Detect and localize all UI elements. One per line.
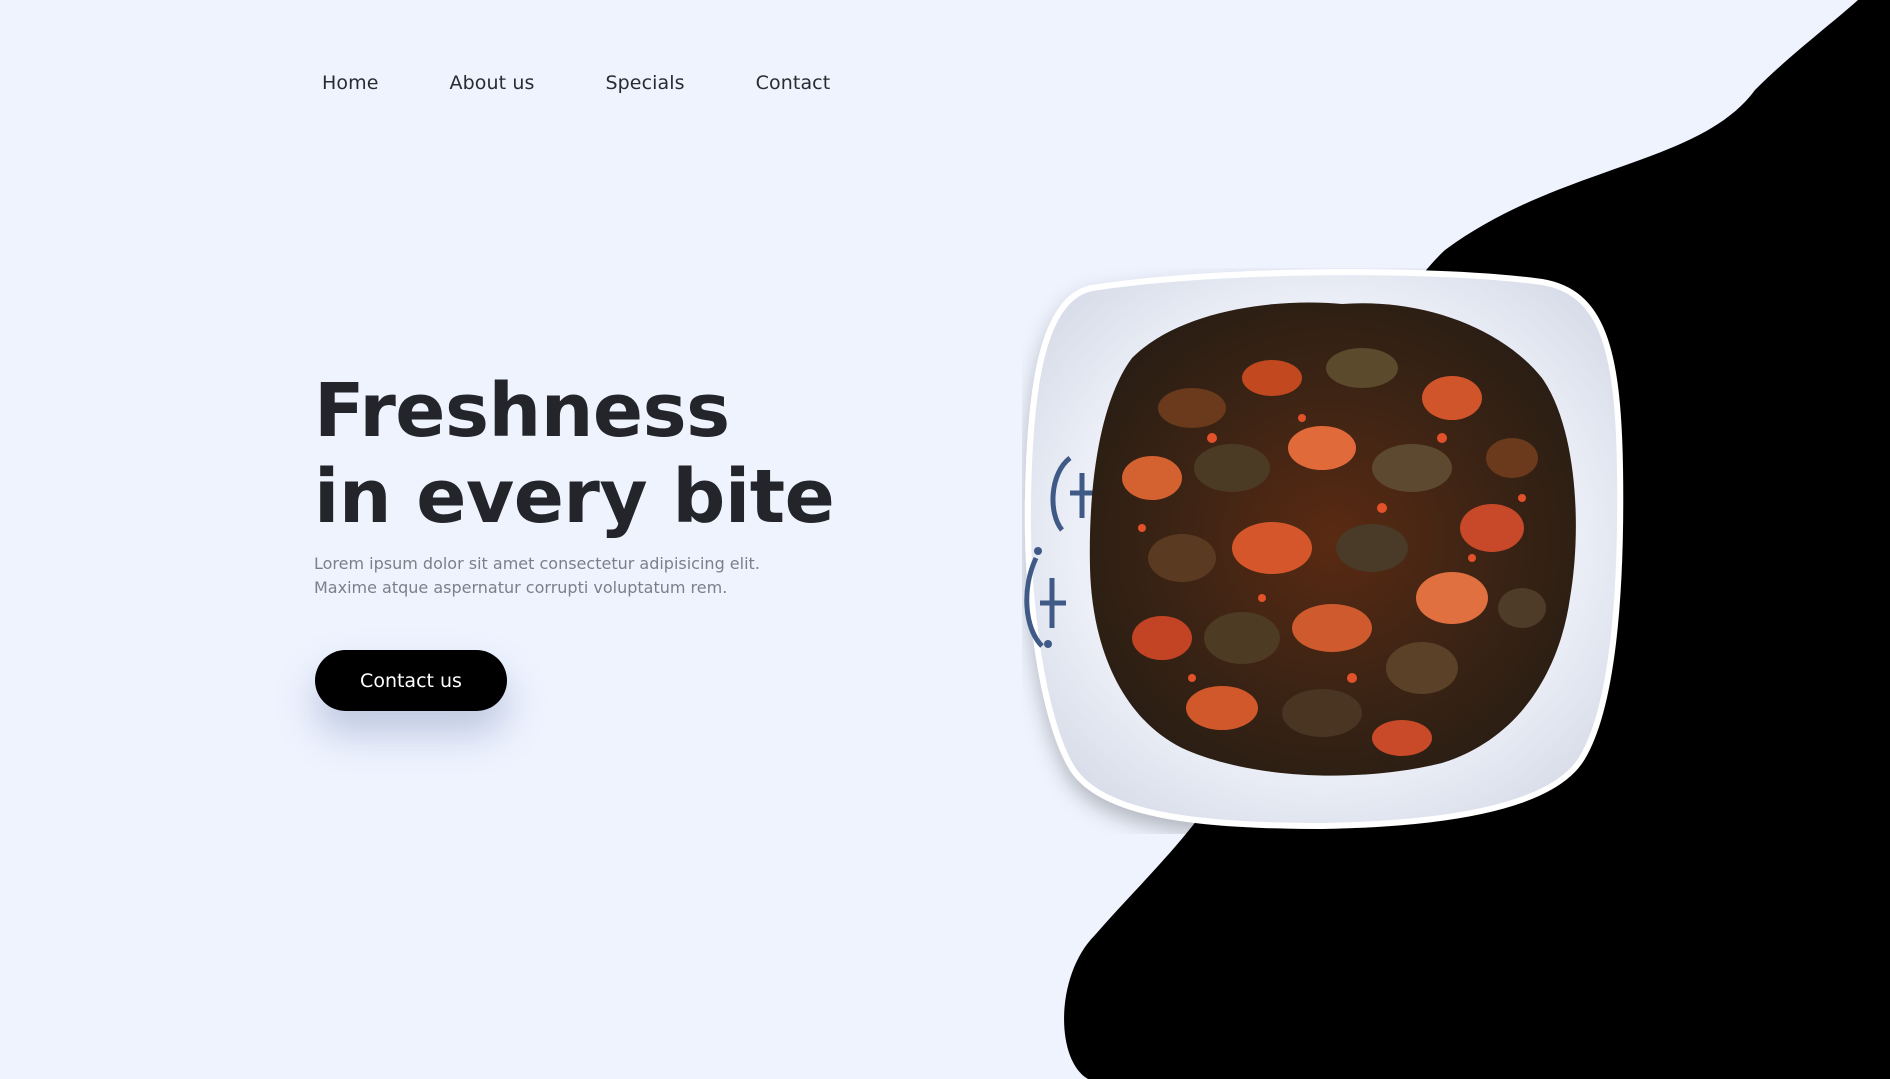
nav-specials[interactable]: Specials xyxy=(605,72,684,94)
nav-about-us[interactable]: About us xyxy=(450,72,535,94)
hero-title: Freshness in every bite xyxy=(314,368,934,540)
hero-section: Freshness in every bite Lorem ipsum dolo… xyxy=(314,368,934,600)
main-navigation: Home About us Specials Contact xyxy=(322,72,830,94)
nav-home[interactable]: Home xyxy=(322,72,379,94)
hero-title-line-1: Freshness xyxy=(314,368,730,454)
contact-us-button[interactable]: Contact us xyxy=(315,650,507,711)
landing-page: Home About us Specials Contact Freshness… xyxy=(0,0,1890,1079)
food-bowl-image xyxy=(1024,269,1624,830)
hero-description: Lorem ipsum dolor sit amet consectetur a… xyxy=(314,554,760,597)
hero-title-line-2: in every bite xyxy=(314,454,835,540)
nav-contact[interactable]: Contact xyxy=(756,72,831,94)
